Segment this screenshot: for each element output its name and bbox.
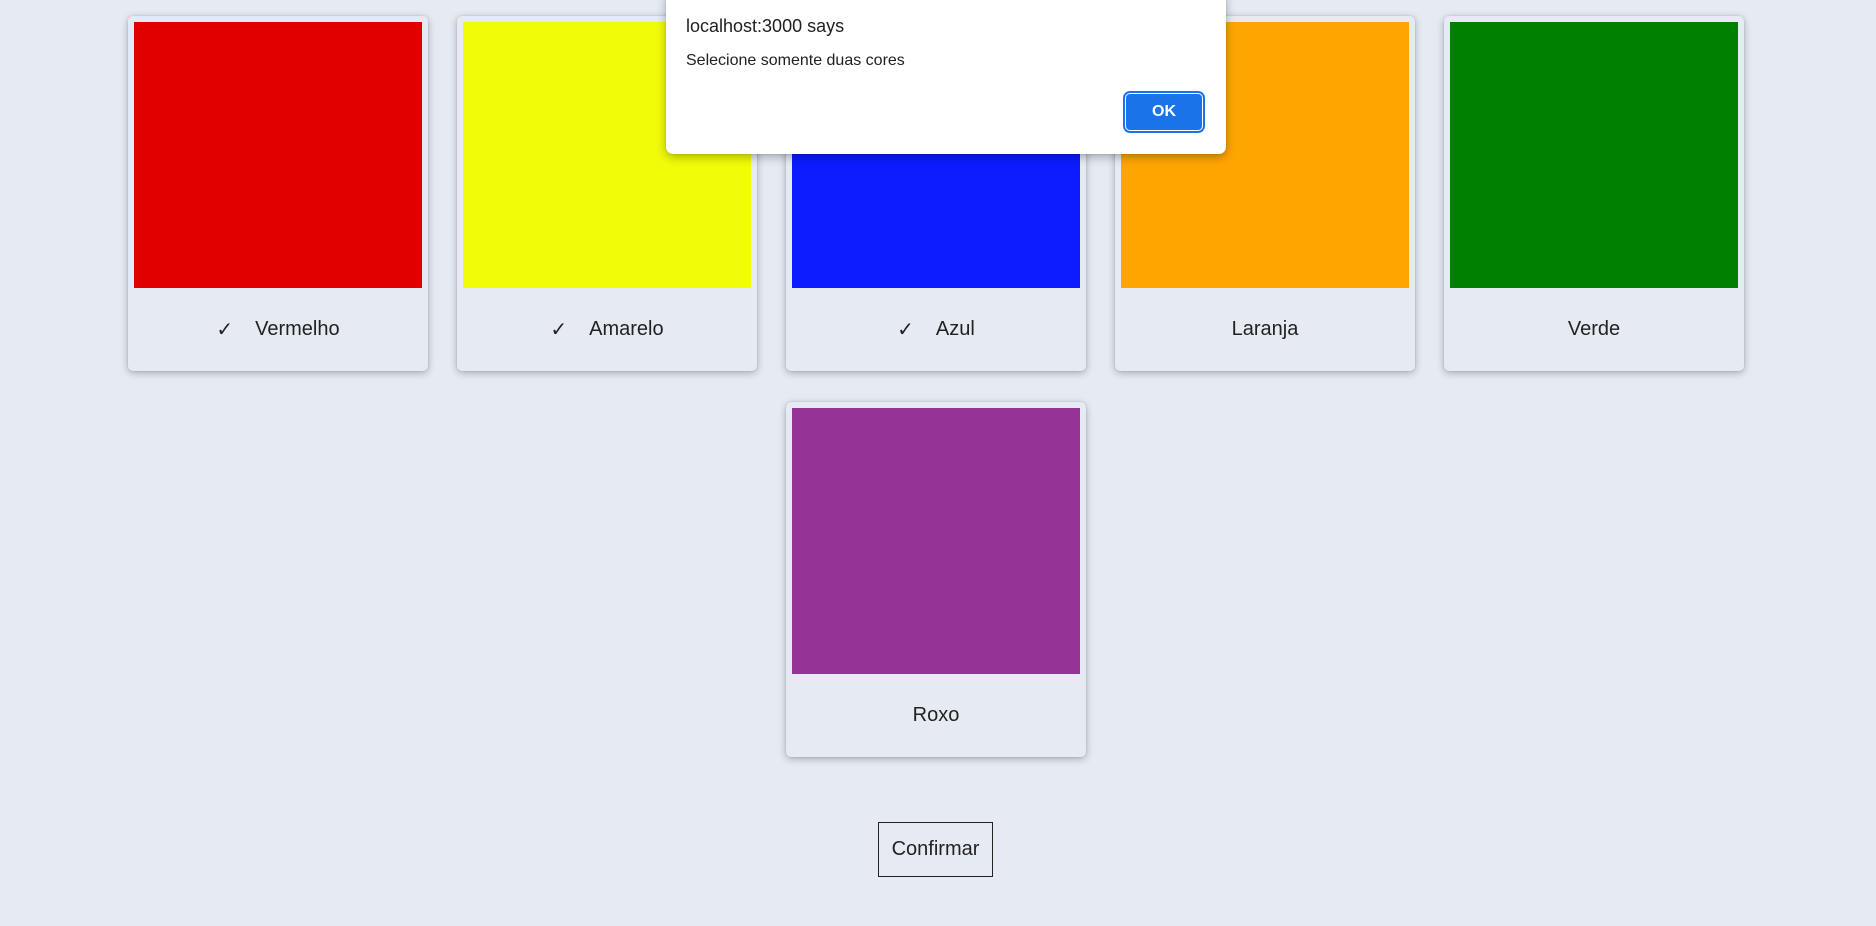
check-icon: ✓	[897, 318, 914, 341]
dialog-message: Selecione somente duas cores	[686, 52, 905, 69]
color-caption: ✓ Amarelo	[457, 288, 757, 371]
color-caption: ✓ Vermelho	[128, 288, 428, 371]
color-swatch	[134, 22, 422, 288]
alert-dialog: localhost:3000 says Selecione somente du…	[666, 0, 1226, 154]
color-caption: ✓ Azul	[786, 288, 1086, 371]
color-card-verde[interactable]: Verde	[1444, 16, 1744, 371]
color-label: Laranja	[1231, 318, 1299, 340]
color-label: Amarelo	[589, 318, 664, 340]
color-caption: Laranja	[1115, 288, 1415, 371]
check-icon: ✓	[216, 318, 234, 341]
check-icon: ✓	[550, 318, 568, 341]
color-swatch	[792, 408, 1080, 674]
color-label: Verde	[1567, 318, 1621, 340]
color-caption: Verde	[1444, 288, 1744, 371]
dialog-origin: localhost:3000 says	[686, 16, 845, 36]
color-label: Azul	[935, 318, 975, 340]
color-swatch	[1450, 22, 1738, 288]
color-card-roxo[interactable]: Roxo	[786, 402, 1086, 757]
confirm-button[interactable]: Confirmar	[878, 822, 993, 877]
color-label: Vermelho	[255, 318, 340, 340]
color-label: Roxo	[912, 704, 960, 726]
color-card-vermelho[interactable]: ✓ Vermelho	[128, 16, 428, 371]
ok-button[interactable]: OK	[1123, 91, 1205, 133]
color-caption: Roxo	[786, 674, 1086, 757]
